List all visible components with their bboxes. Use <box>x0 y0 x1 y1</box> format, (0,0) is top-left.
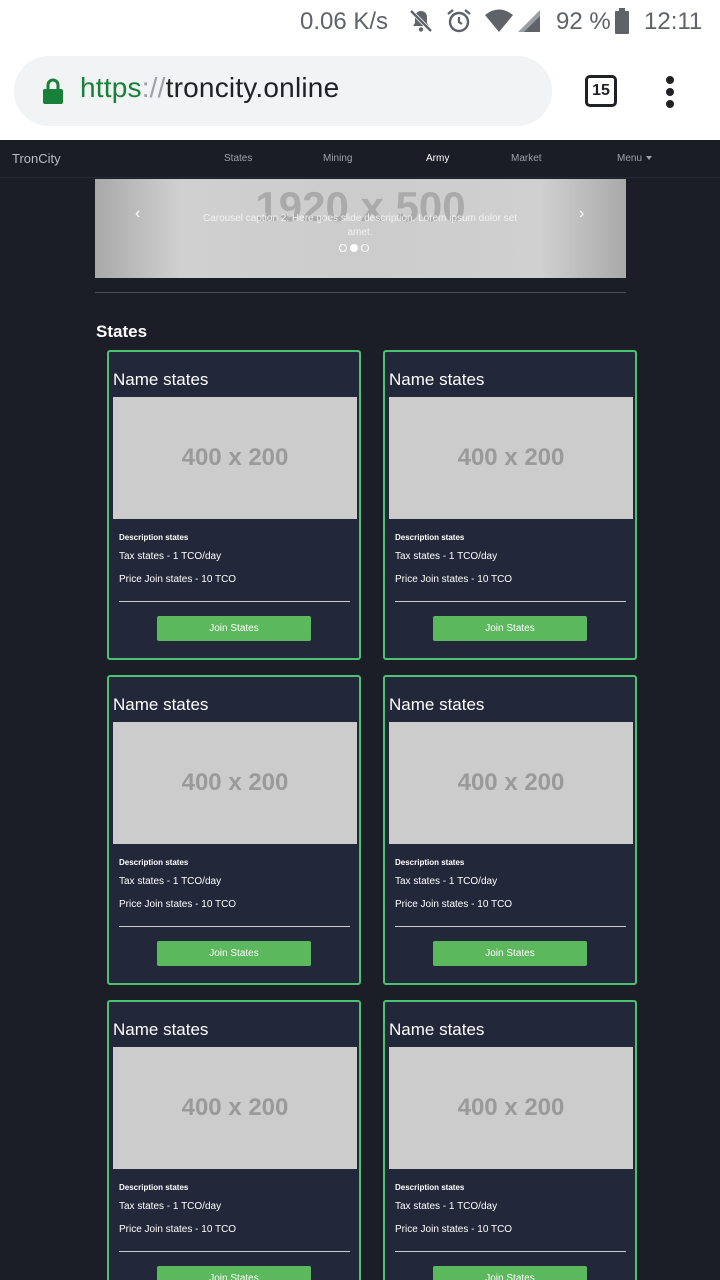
card-tax: Tax states - 1 TCO/day <box>119 1201 222 1212</box>
nav-link-states[interactable]: States <box>224 153 252 164</box>
card-price: Price Join states - 10 TCO <box>119 574 237 585</box>
card-price: Price Join states - 10 TCO <box>395 574 513 585</box>
site-navbar: TronCity States Mining Army Market Menu <box>0 140 720 178</box>
url-host: troncity.online <box>165 72 340 103</box>
state-card: Name states 400 x 200 Description states Ta… <box>383 675 637 985</box>
card-image: 400 x 200 <box>113 1047 357 1169</box>
nav-link-market[interactable]: Market <box>511 153 542 164</box>
card-image: 400 x 200 <box>389 722 633 844</box>
card-description: Description states <box>395 1183 465 1192</box>
nav-menu-label: Menu <box>617 153 643 164</box>
divider <box>95 292 626 293</box>
address-bar[interactable]: https://troncity.online <box>14 56 552 126</box>
carousel-indicator-dot[interactable] <box>361 244 369 252</box>
state-card: Name states 400 x 200 Description states Ta… <box>107 1000 361 1280</box>
card-description: Description states <box>395 858 465 867</box>
state-card: Name states 400 x 200 Description states Ta… <box>383 1000 637 1280</box>
card-title: Name states <box>113 370 209 389</box>
clock: 12:11 <box>644 8 703 35</box>
url-scheme: https <box>80 72 142 103</box>
card-title: Name states <box>113 695 209 714</box>
card-image: 400 x 200 <box>389 397 633 519</box>
nav-link-mining[interactable]: Mining <box>323 153 352 164</box>
card-price: Price Join states - 10 TCO <box>395 1224 513 1235</box>
carousel-next-icon[interactable]: › <box>579 205 584 223</box>
card-price: Price Join states - 10 TCO <box>119 899 237 910</box>
caret-down-icon <box>646 156 653 161</box>
battery-percent: 92 % <box>556 8 611 35</box>
more-menu-icon[interactable] <box>666 76 676 108</box>
card-title: Name states <box>389 695 485 714</box>
url-separator: :// <box>141 72 166 103</box>
card-divider <box>119 926 350 927</box>
signal-icon <box>518 10 540 32</box>
card-description: Description states <box>119 858 189 867</box>
carousel-caption: Carousel caption 2. Here goes slide desc… <box>202 213 518 238</box>
state-card: Name states 400 x 200 Description states Ta… <box>383 350 637 660</box>
alarm-icon <box>447 9 471 33</box>
card-description: Description states <box>395 533 465 542</box>
card-divider <box>395 926 626 927</box>
join-states-button[interactable]: Join States <box>157 1266 311 1280</box>
card-image: 400 x 200 <box>113 722 357 844</box>
carousel-indicator-dot[interactable] <box>339 244 347 252</box>
nav-link-army[interactable]: Army <box>426 153 449 164</box>
browser-toolbar: https://troncity.online 15 <box>0 44 720 140</box>
battery-icon <box>615 8 629 34</box>
lock-icon <box>43 78 63 104</box>
card-tax: Tax states - 1 TCO/day <box>395 876 498 887</box>
join-states-button[interactable]: Join States <box>433 941 587 966</box>
section-title: States <box>96 322 148 341</box>
card-description: Description states <box>119 533 189 542</box>
carousel-indicator-dot[interactable] <box>350 244 358 252</box>
card-description: Description states <box>119 1183 189 1192</box>
card-divider <box>395 1251 626 1252</box>
tab-switcher-button[interactable]: 15 <box>585 75 617 107</box>
card-image-placeholder: 400 x 200 <box>457 769 565 796</box>
card-image-placeholder: 400 x 200 <box>181 769 289 796</box>
carousel-indicators <box>339 243 379 253</box>
card-title: Name states <box>389 370 485 389</box>
card-title: Name states <box>113 1020 209 1039</box>
join-states-button[interactable]: Join States <box>157 941 311 966</box>
join-states-button[interactable]: Join States <box>433 1266 587 1280</box>
brand-logo[interactable]: TronCity <box>12 151 61 166</box>
card-image-placeholder: 400 x 200 <box>181 444 289 471</box>
card-divider <box>119 1251 350 1252</box>
card-divider <box>395 601 626 602</box>
card-divider <box>119 601 350 602</box>
join-states-button[interactable]: Join States <box>157 616 311 641</box>
status-bar: 0.06 K/s 92 % 12:11 <box>0 0 720 44</box>
card-image: 400 x 200 <box>389 1047 633 1169</box>
card-title: Name states <box>389 1020 485 1039</box>
card-image-placeholder: 400 x 200 <box>181 1094 289 1121</box>
join-states-button[interactable]: Join States <box>433 616 587 641</box>
card-image: 400 x 200 <box>113 397 357 519</box>
nav-link-menu[interactable]: Menu <box>617 153 653 164</box>
card-tax: Tax states - 1 TCO/day <box>119 551 222 562</box>
carousel-prev-icon[interactable]: ‹ <box>135 205 140 223</box>
card-tax: Tax states - 1 TCO/day <box>395 551 498 562</box>
card-tax: Tax states - 1 TCO/day <box>395 1201 498 1212</box>
card-image-placeholder: 400 x 200 <box>457 1094 565 1121</box>
card-image-placeholder: 400 x 200 <box>457 444 565 471</box>
carousel: 1920 x 500 Carousel caption 2. Here goes… <box>95 179 626 278</box>
card-tax: Tax states - 1 TCO/day <box>119 876 222 887</box>
wifi-icon <box>485 9 513 32</box>
card-price: Price Join states - 10 TCO <box>395 899 513 910</box>
url-text[interactable]: https://troncity.online <box>80 72 339 104</box>
state-card: Name states 400 x 200 Description states Ta… <box>107 675 361 985</box>
mute-icon <box>409 9 433 33</box>
card-price: Price Join states - 10 TCO <box>119 1224 237 1235</box>
state-card: Name states 400 x 200 Description states Ta… <box>107 350 361 660</box>
net-speed: 0.06 K/s <box>300 8 389 35</box>
